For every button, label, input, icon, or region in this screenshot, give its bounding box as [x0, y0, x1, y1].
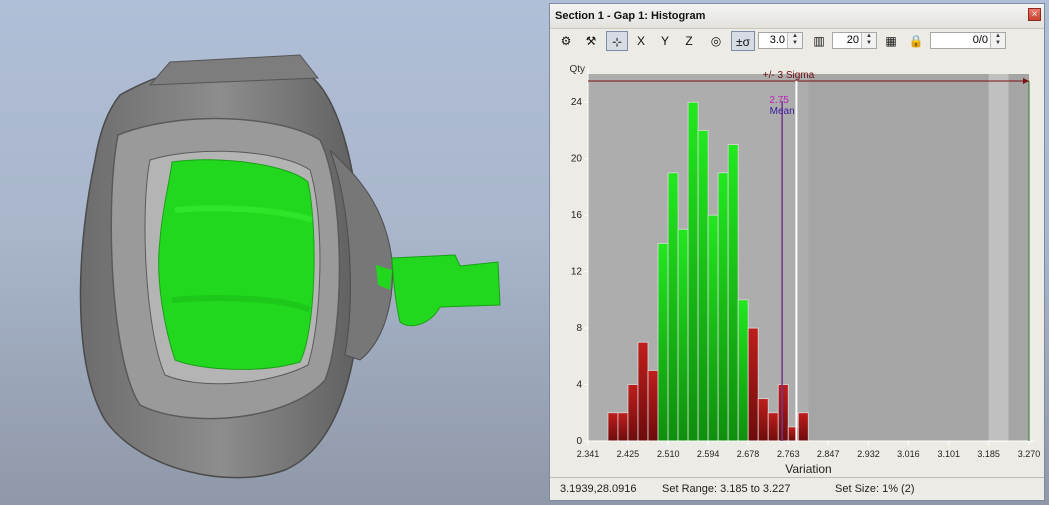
ratio-spinner[interactable]: 0/0 ▲ ▼	[930, 32, 1006, 49]
histogram-svg[interactable]: Qty 0 4 8 12 16 20 24 2.341 2.425 2.510 2.594 2.678 2…	[554, 56, 1041, 478]
histogram-bar	[717, 172, 729, 442]
set-range-text: Set Range: 3.185 to 3.227	[662, 483, 791, 495]
sigma-label: +/- 3 Sigma	[763, 70, 815, 81]
histogram-bar	[647, 370, 659, 442]
x-tick-label: 2.678	[737, 449, 760, 459]
x-tick-label: 2.510	[657, 449, 680, 459]
histogram-chart[interactable]: Qty 0 4 8 12 16 20 24 2.341 2.425 2.510 2.594 2.678 2…	[554, 56, 1041, 478]
part-3d-model[interactable]	[0, 0, 549, 505]
target-icon[interactable]: ◎	[705, 31, 727, 51]
panel-titlebar[interactable]: Section 1 - Gap 1: Histogram ×	[550, 4, 1044, 29]
histogram-bar	[677, 228, 689, 442]
status-bar: 3.1939,28.0916 Set Range: 3.185 to 3.227…	[550, 477, 1044, 500]
histogram-bar	[627, 384, 639, 442]
3d-viewport[interactable]	[0, 0, 549, 505]
close-button[interactable]: ×	[1028, 8, 1041, 21]
ratio-value: 0/0	[972, 34, 988, 46]
mean-value-label: 2.75	[769, 95, 789, 106]
histogram-bar	[737, 299, 749, 442]
run-analysis-icon[interactable]: ⚙	[555, 31, 577, 51]
x-tick-label: 3.185	[977, 449, 1000, 459]
bins-chart-icon[interactable]: ▥	[808, 31, 830, 51]
sigma-value-spinner[interactable]: 3.0 ▲ ▼	[758, 32, 803, 49]
cursor-mode-icon[interactable]: ⊹	[606, 31, 628, 51]
histogram-bar	[767, 412, 779, 442]
bins-spinner[interactable]: 20 ▲ ▼	[832, 32, 877, 49]
y-tick-label: 16	[571, 210, 583, 221]
panel-title: Section 1 - Gap 1: Histogram	[555, 10, 706, 22]
y-tick-label: 12	[571, 267, 583, 278]
bins-value: 20	[846, 34, 859, 46]
histogram-bar	[757, 398, 769, 442]
lock-icon[interactable]: 🔒	[905, 31, 927, 51]
x-tick-label: 3.016	[897, 449, 920, 459]
x-tick-label: 2.932	[857, 449, 880, 459]
x-tick-label: 3.270	[1018, 449, 1041, 459]
histogram-bar	[687, 101, 699, 442]
histogram-bar	[777, 384, 789, 442]
z-axis-button[interactable]: Z	[678, 31, 700, 51]
y-tick-label: 24	[571, 97, 583, 108]
y-tick-label: 8	[576, 323, 582, 334]
x-axis-button[interactable]: X	[630, 31, 652, 51]
x-axis-label: X	[636, 34, 645, 48]
x-tick-label: 2.763	[777, 449, 800, 459]
spinner-arrows-icon[interactable]: ▲ ▼	[861, 33, 876, 48]
x-tick-label: 2.847	[817, 449, 840, 459]
x-tick-label: 3.101	[938, 449, 961, 459]
histogram-bar	[727, 144, 739, 442]
y-tick-label: 4	[576, 380, 582, 391]
histogram-bar	[747, 327, 759, 442]
histogram-bar	[607, 412, 619, 442]
histogram-bar	[637, 341, 649, 442]
selection-highlight	[988, 74, 1009, 441]
histogram-bar	[617, 412, 629, 442]
x-tick-label: 2.341	[577, 449, 600, 459]
y-axis-label: Y	[660, 34, 669, 48]
z-axis-label: Z	[685, 34, 693, 48]
histogram-bar	[797, 412, 809, 442]
set-size-text: Set Size: 1% (2)	[835, 483, 915, 495]
y-tick-label: 0	[576, 436, 582, 447]
sigma-value: 3.0	[769, 34, 785, 46]
spinner-arrows-icon[interactable]: ▲ ▼	[990, 33, 1005, 48]
calculator-icon[interactable]: ▦	[880, 31, 902, 51]
mean-label: Mean	[770, 106, 795, 117]
histogram-bar	[707, 214, 719, 442]
histogram-toolbar: ⚙ ⚒ ⊹ X Y Z ◎ ±σ 3.0 ▲ ▼ ▥ 20 ▲ ▼ ▦ 🔒 0/0 …	[550, 29, 1044, 53]
spinner-arrows-icon[interactable]: ▲ ▼	[787, 33, 802, 48]
x-axis-label: Variation	[785, 462, 831, 476]
histogram-bar	[657, 242, 669, 442]
y-tick-label: 20	[571, 154, 583, 165]
cursor-coordinates: 3.1939,28.0916	[560, 483, 637, 495]
histogram-bar	[667, 172, 679, 442]
reset-analysis-icon[interactable]: ⚒	[580, 31, 602, 51]
y-axis-title: Qty	[569, 64, 585, 75]
sigma-toggle-button[interactable]: ±σ	[731, 31, 755, 51]
x-tick-label: 2.425	[617, 449, 640, 459]
x-tick-label: 2.594	[697, 449, 720, 459]
y-axis-button[interactable]: Y	[654, 31, 676, 51]
histogram-panel: Section 1 - Gap 1: Histogram × ⚙ ⚒ ⊹ X Y…	[549, 3, 1045, 501]
histogram-bar	[697, 130, 709, 442]
